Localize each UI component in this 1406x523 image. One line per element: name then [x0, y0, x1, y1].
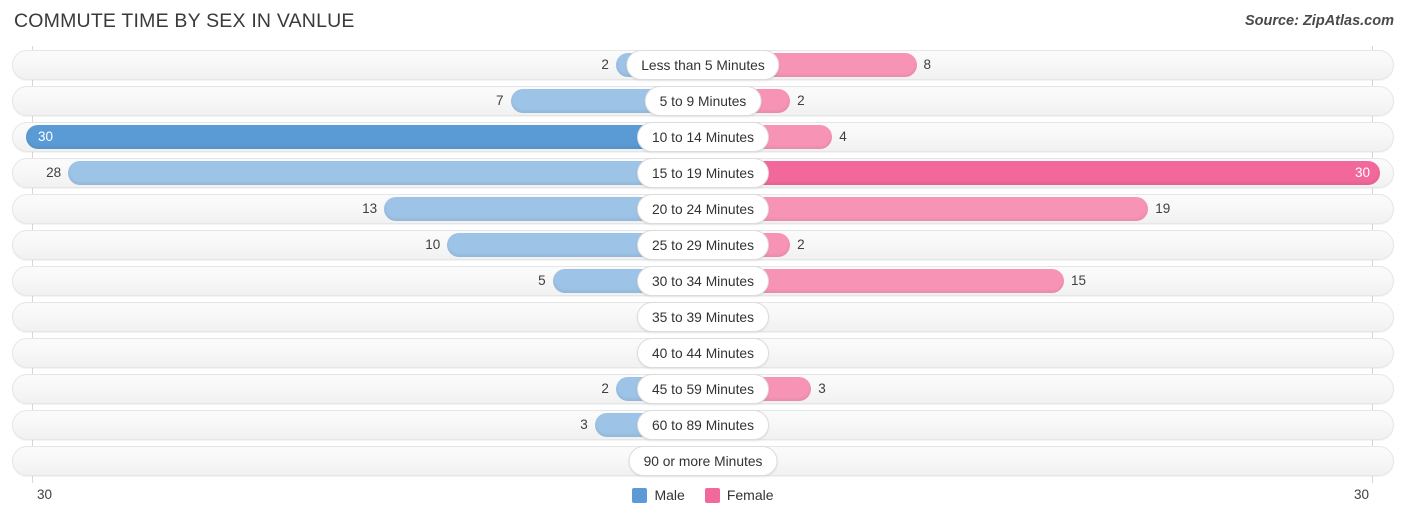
bar-value-male: 0: [12, 338, 651, 368]
category-label: 35 to 39 Minutes: [636, 302, 770, 332]
bar-value-male: 13: [362, 201, 378, 216]
category-label: 10 to 14 Minutes: [636, 122, 770, 152]
plot-area: 2 8 Less than 5 Minutes 7 2 5 to 9 Minutes 30 4…: [0, 46, 1406, 483]
bar-value-male: 2: [601, 57, 609, 72]
bar-value-female: 15: [1071, 273, 1087, 288]
legend-item-male[interactable]: Male: [632, 487, 685, 503]
category-label: 25 to 29 Minutes: [636, 230, 770, 260]
category-label: Less than 5 Minutes: [626, 50, 780, 80]
bar-value-female: 19: [1155, 201, 1171, 216]
page-title: COMMUTE TIME BY SEX IN VANLUE: [14, 10, 355, 32]
bar-value-female: 8: [923, 57, 932, 72]
bar-female[interactable]: [703, 161, 1380, 185]
category-label: 5 to 9 Minutes: [644, 86, 762, 116]
category-label: 60 to 89 Minutes: [636, 410, 770, 440]
bar-value-male: 30: [38, 129, 54, 144]
bar-value-male: 2: [601, 381, 609, 396]
category-label: 40 to 44 Minutes: [636, 338, 770, 368]
bar-value-male: 0: [12, 302, 651, 332]
bar-male[interactable]: [26, 125, 703, 149]
legend-swatch-icon: [632, 487, 648, 503]
bar-value-female: 3: [818, 381, 826, 396]
bar-value-female: 30: [1354, 165, 1370, 180]
legend-label: Female: [726, 487, 774, 503]
chart-row: 0035 to 39 Minutes: [12, 302, 1394, 332]
category-label: 15 to 19 Minutes: [636, 158, 770, 188]
bar-female[interactable]: [703, 197, 1149, 221]
bar-value-female: 2: [797, 93, 805, 108]
chart-row: 5 15 30 to 34 Minutes: [12, 266, 1394, 296]
chart-row: 2 3 45 to 59 Minutes: [12, 374, 1394, 404]
chart-row: 28 30 15 to 19 Minutes: [12, 158, 1394, 188]
legend-label: Male: [654, 487, 685, 503]
chart-row: 0090 or more Minutes: [12, 446, 1394, 476]
chart-row: 2 8 Less than 5 Minutes: [12, 50, 1394, 80]
legend-item-female[interactable]: Female: [704, 487, 774, 503]
chart-row: 13 19 20 to 24 Minutes: [12, 194, 1394, 224]
chart-footer: 30 30 Male Female: [0, 484, 1406, 523]
bar-value-male: 0: [12, 446, 651, 476]
bar-value-female: 4: [839, 129, 847, 144]
category-label: 45 to 59 Minutes: [636, 374, 770, 404]
category-label: 20 to 24 Minutes: [636, 194, 770, 224]
commute-time-chart: COMMUTE TIME BY SEX IN VANLUE Source: Zi…: [0, 0, 1406, 523]
chart-row: 0040 to 44 Minutes: [12, 338, 1394, 368]
category-label: 30 to 34 Minutes: [636, 266, 770, 296]
chart-row: 7 2 5 to 9 Minutes: [12, 86, 1394, 116]
chart-row: 3060 to 89 Minutes: [12, 410, 1394, 440]
source-attribution: Source: ZipAtlas.com: [1244, 13, 1394, 29]
legend-swatch-icon: [704, 487, 720, 503]
bar-value-female: 2: [797, 237, 805, 252]
chart-row: 10 2 25 to 29 Minutes: [12, 230, 1394, 260]
bar-value-male: 5: [538, 273, 546, 288]
chart-header: COMMUTE TIME BY SEX IN VANLUE Source: Zi…: [0, 0, 1406, 44]
bar-value-male: 7: [496, 93, 504, 108]
bar-value-male: 3: [580, 417, 588, 432]
category-label: 90 or more Minutes: [628, 446, 778, 476]
bar-value-male: 28: [46, 165, 62, 180]
chart-row: 30 4 10 to 14 Minutes: [12, 122, 1394, 152]
bar-male[interactable]: [68, 161, 703, 185]
bar-value-male: 10: [425, 237, 441, 252]
chart-legend: Male Female: [0, 487, 1406, 503]
